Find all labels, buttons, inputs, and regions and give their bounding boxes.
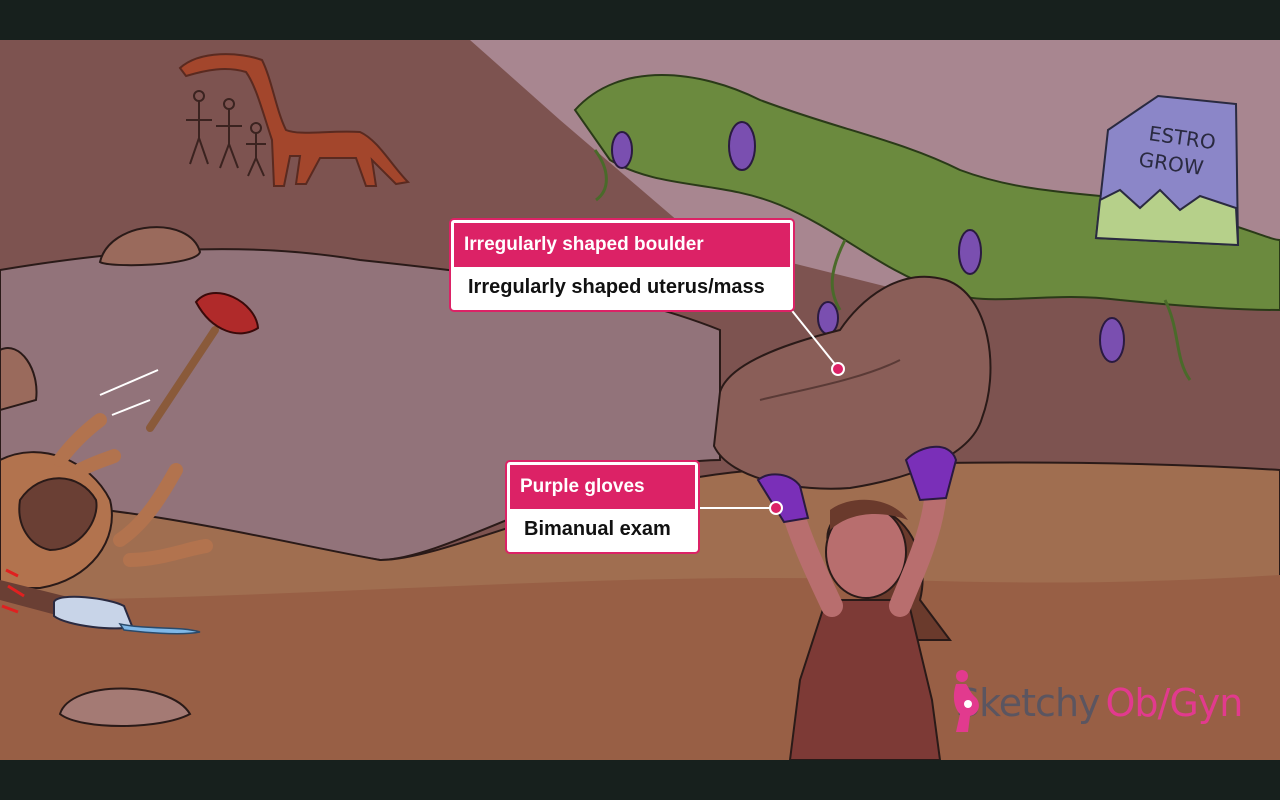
illustration-scene: ESTRO GROW Irregularly shaped boulder Ir… <box>0 40 1280 760</box>
boulder-marker-dot <box>831 362 845 376</box>
gloves-marker-dot <box>769 501 783 515</box>
video-frame: ESTRO GROW Irregularly shaped boulder Ir… <box>0 0 1280 800</box>
callout-caption: Purple gloves <box>510 465 695 509</box>
sketchy-logo: Sketchy Ob/Gyn <box>950 668 1244 738</box>
callout-meaning: Bimanual exam <box>510 509 695 549</box>
callout-caption: Irregularly shaped boulder <box>454 223 790 267</box>
logo-text-obgyn: Ob/Gyn <box>1105 681 1244 725</box>
callout-boulder: Irregularly shaped boulder Irregularly s… <box>451 220 793 310</box>
pregnant-figure-icon <box>953 670 979 732</box>
callout-meaning: Irregularly shaped uterus/mass <box>454 267 790 307</box>
callout-gloves: Purple gloves Bimanual exam <box>507 462 698 552</box>
cave-illustration: ESTRO GROW <box>0 40 1280 760</box>
